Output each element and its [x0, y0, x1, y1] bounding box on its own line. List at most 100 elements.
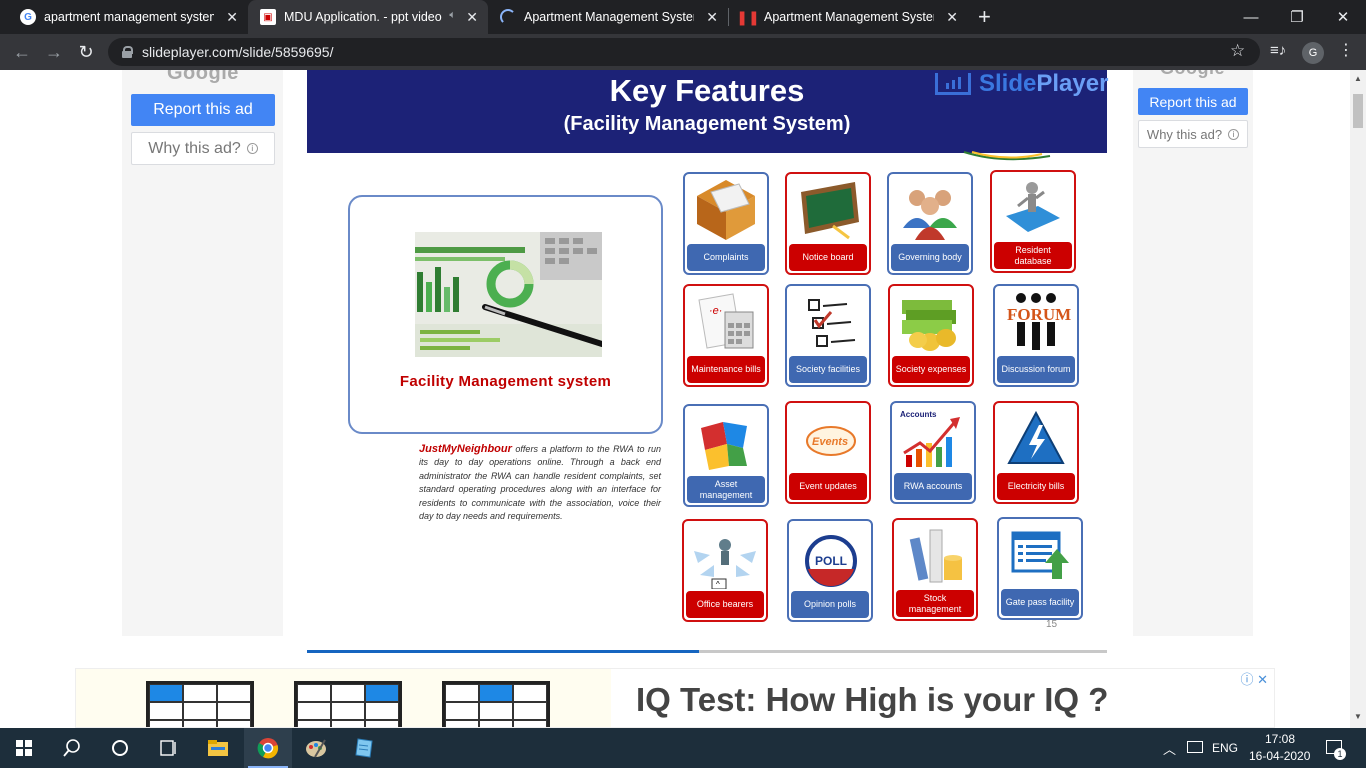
slideplayer-icon: ▣ — [260, 9, 276, 25]
slide-progress-bar[interactable] — [307, 650, 1107, 653]
close-window-button[interactable]: ✕ — [1320, 0, 1366, 34]
feature-label: Asset management — [687, 476, 765, 503]
info-icon: i — [246, 143, 258, 154]
page-scrollbar[interactable]: ▲ ▼ — [1350, 70, 1366, 728]
feature-label: Discussion forum — [997, 356, 1075, 383]
lock-icon[interactable] — [122, 46, 133, 58]
windows-start-icon[interactable] — [0, 728, 48, 768]
browser-toolbar: ← → ↻ slideplayer.com/slide/5859695/ — [0, 34, 1366, 70]
feature-electricity-bills[interactable]: Electricity bills — [993, 401, 1079, 504]
decorative-swoosh — [963, 151, 1051, 161]
language-indicator[interactable]: ENG — [1212, 741, 1238, 755]
close-tab-icon[interactable]: ✕ — [226, 9, 238, 26]
file-explorer-icon[interactable] — [194, 728, 242, 768]
feature-office-bearers[interactable]: ^ Office bearers — [682, 519, 768, 622]
clock-time[interactable]: 17:08 — [1265, 732, 1295, 746]
feature-gate-pass-facility[interactable]: Gate pass facility — [997, 517, 1083, 620]
close-tab-icon[interactable]: ✕ — [706, 9, 718, 26]
scroll-down-arrow-icon[interactable]: ▼ — [1354, 712, 1362, 721]
photo-frame: Facility Management system — [348, 195, 663, 434]
loading-spinner-icon — [500, 9, 516, 25]
slideplayer-chart-icon — [935, 73, 971, 95]
description-body: offers a platform to the RWA to run its … — [419, 444, 661, 522]
feature-rwa-accounts[interactable]: Accounts RWA accounts — [890, 401, 976, 504]
feature-label: RWA accounts — [894, 473, 972, 500]
feature-asset-management[interactable]: Asset management — [683, 404, 769, 507]
electric-hazard-icon — [1007, 410, 1065, 464]
right-ad-column: Google Report this ad Why this ad? i — [1133, 70, 1253, 636]
ad-headline[interactable]: IQ Test: How High is your IQ ? — [636, 681, 1108, 719]
gate-pass-window-icon — [1011, 531, 1069, 579]
bookmark-star-icon[interactable]: ☆ — [1230, 41, 1245, 61]
scroll-thumb[interactable] — [1353, 94, 1363, 128]
why-this-ad-button[interactable]: Why this ad? i — [131, 132, 275, 165]
forward-arrow-icon[interactable]: → — [42, 40, 66, 64]
poll-button-icon: POLL — [805, 535, 857, 587]
feature-notice-board[interactable]: Notice board — [785, 172, 871, 275]
chrome-icon[interactable] — [244, 728, 292, 768]
calculator-bill-icon: ·e· — [698, 293, 754, 349]
scroll-up-arrow-icon[interactable]: ▲ — [1354, 74, 1362, 83]
forum-people-icon: FORUM — [1007, 293, 1071, 350]
feature-event-updates[interactable]: Events Event updates — [785, 401, 871, 504]
svg-text:FORUM: FORUM — [1007, 305, 1071, 324]
paint-icon[interactable] — [292, 728, 340, 768]
feature-label: Notice board — [789, 244, 867, 271]
tab-3[interactable]: Apartment Management System ✕ — [488, 0, 728, 34]
tab-title: MDU Application. - ppt video — [284, 10, 442, 24]
why-this-ad-button[interactable]: Why this ad? i — [1138, 120, 1248, 148]
feature-label: Event updates — [789, 473, 867, 500]
new-tab-button[interactable]: + — [978, 4, 991, 30]
logo-text-player: Player — [1036, 70, 1109, 97]
browser-menu-icon[interactable]: ⋮ — [1338, 40, 1354, 60]
stock-rolls-icon — [909, 529, 962, 583]
media-control-icon[interactable]: ≡♪ — [1270, 42, 1286, 59]
feature-discussion-forum[interactable]: FORUM Discussion forum — [993, 284, 1079, 387]
tab-strip: G apartment management system | ✕ ▣ MDU … — [0, 0, 1366, 34]
feature-maintenance-bills[interactable]: ·e· Maintenance bills — [683, 284, 769, 387]
close-tab-icon[interactable]: ✕ — [466, 9, 478, 26]
back-arrow-icon[interactable]: ← — [10, 40, 34, 64]
feature-resident-database[interactable]: Resident database — [990, 170, 1076, 273]
feature-stock-management[interactable]: Stock management — [892, 518, 978, 621]
tab-1[interactable]: G apartment management system | ✕ — [8, 0, 248, 34]
description-text: JustMyNeighbour offers a platform to the… — [419, 443, 661, 523]
clock-date[interactable]: 16-04-2020 — [1249, 749, 1310, 763]
puzzle-grid — [442, 681, 550, 727]
why-this-ad-label: Why this ad? — [148, 139, 241, 157]
feature-opinion-polls[interactable]: POLL Opinion polls — [787, 519, 873, 622]
profile-avatar[interactable]: G — [1302, 42, 1324, 64]
address-bar[interactable]: slideplayer.com/slide/5859695/ — [108, 38, 1260, 66]
poll-badge-text: POLL — [815, 554, 847, 568]
cortana-icon[interactable] — [96, 728, 144, 768]
report-ad-button[interactable]: Report this ad — [131, 94, 275, 126]
feature-society-facilities[interactable]: Society facilities — [785, 284, 871, 387]
audio-icon[interactable]: 🔈︎ — [449, 9, 456, 22]
adchoices-icon[interactable]: ⓘ ✕ — [1240, 669, 1268, 688]
feature-label: Stock management — [896, 590, 974, 617]
pause-bars-icon: ❚❚ — [736, 8, 760, 25]
finance-chart-photo — [415, 232, 602, 357]
report-ad-button[interactable]: Report this ad — [1138, 88, 1248, 115]
maximize-button[interactable]: ❐ — [1274, 0, 1320, 34]
minimize-button[interactable]: — — [1228, 0, 1274, 34]
feature-complaints[interactable]: Complaints — [683, 172, 769, 275]
close-tab-icon[interactable]: ✕ — [946, 9, 958, 26]
bottom-ad-banner[interactable]: IQ Test: How High is your IQ ? ⓘ ✕ — [75, 668, 1275, 728]
notepad-icon[interactable] — [340, 728, 388, 768]
feature-label: Governing body — [891, 244, 969, 271]
tab-title: apartment management system | — [44, 10, 214, 24]
search-icon[interactable] — [48, 728, 96, 768]
network-icon[interactable] — [1187, 741, 1203, 753]
tab-2[interactable]: ▣ MDU Application. - ppt video 🔈︎ ✕ — [248, 0, 488, 34]
events-badge-text: Events — [812, 436, 848, 448]
feature-society-expenses[interactable]: Society expenses — [888, 284, 974, 387]
task-view-icon[interactable] — [144, 728, 192, 768]
feature-label: Complaints — [687, 244, 765, 271]
feature-label: Office bearers — [686, 591, 764, 618]
tab-4[interactable]: ❚❚ Apartment Management System ✕ — [728, 0, 968, 34]
feature-governing-body[interactable]: Governing body — [887, 172, 973, 275]
show-hidden-icons-chevron-icon[interactable]: ︿ — [1163, 739, 1176, 758]
reload-icon[interactable]: ↻ — [74, 40, 98, 64]
events-badge-icon: Events — [806, 426, 856, 456]
